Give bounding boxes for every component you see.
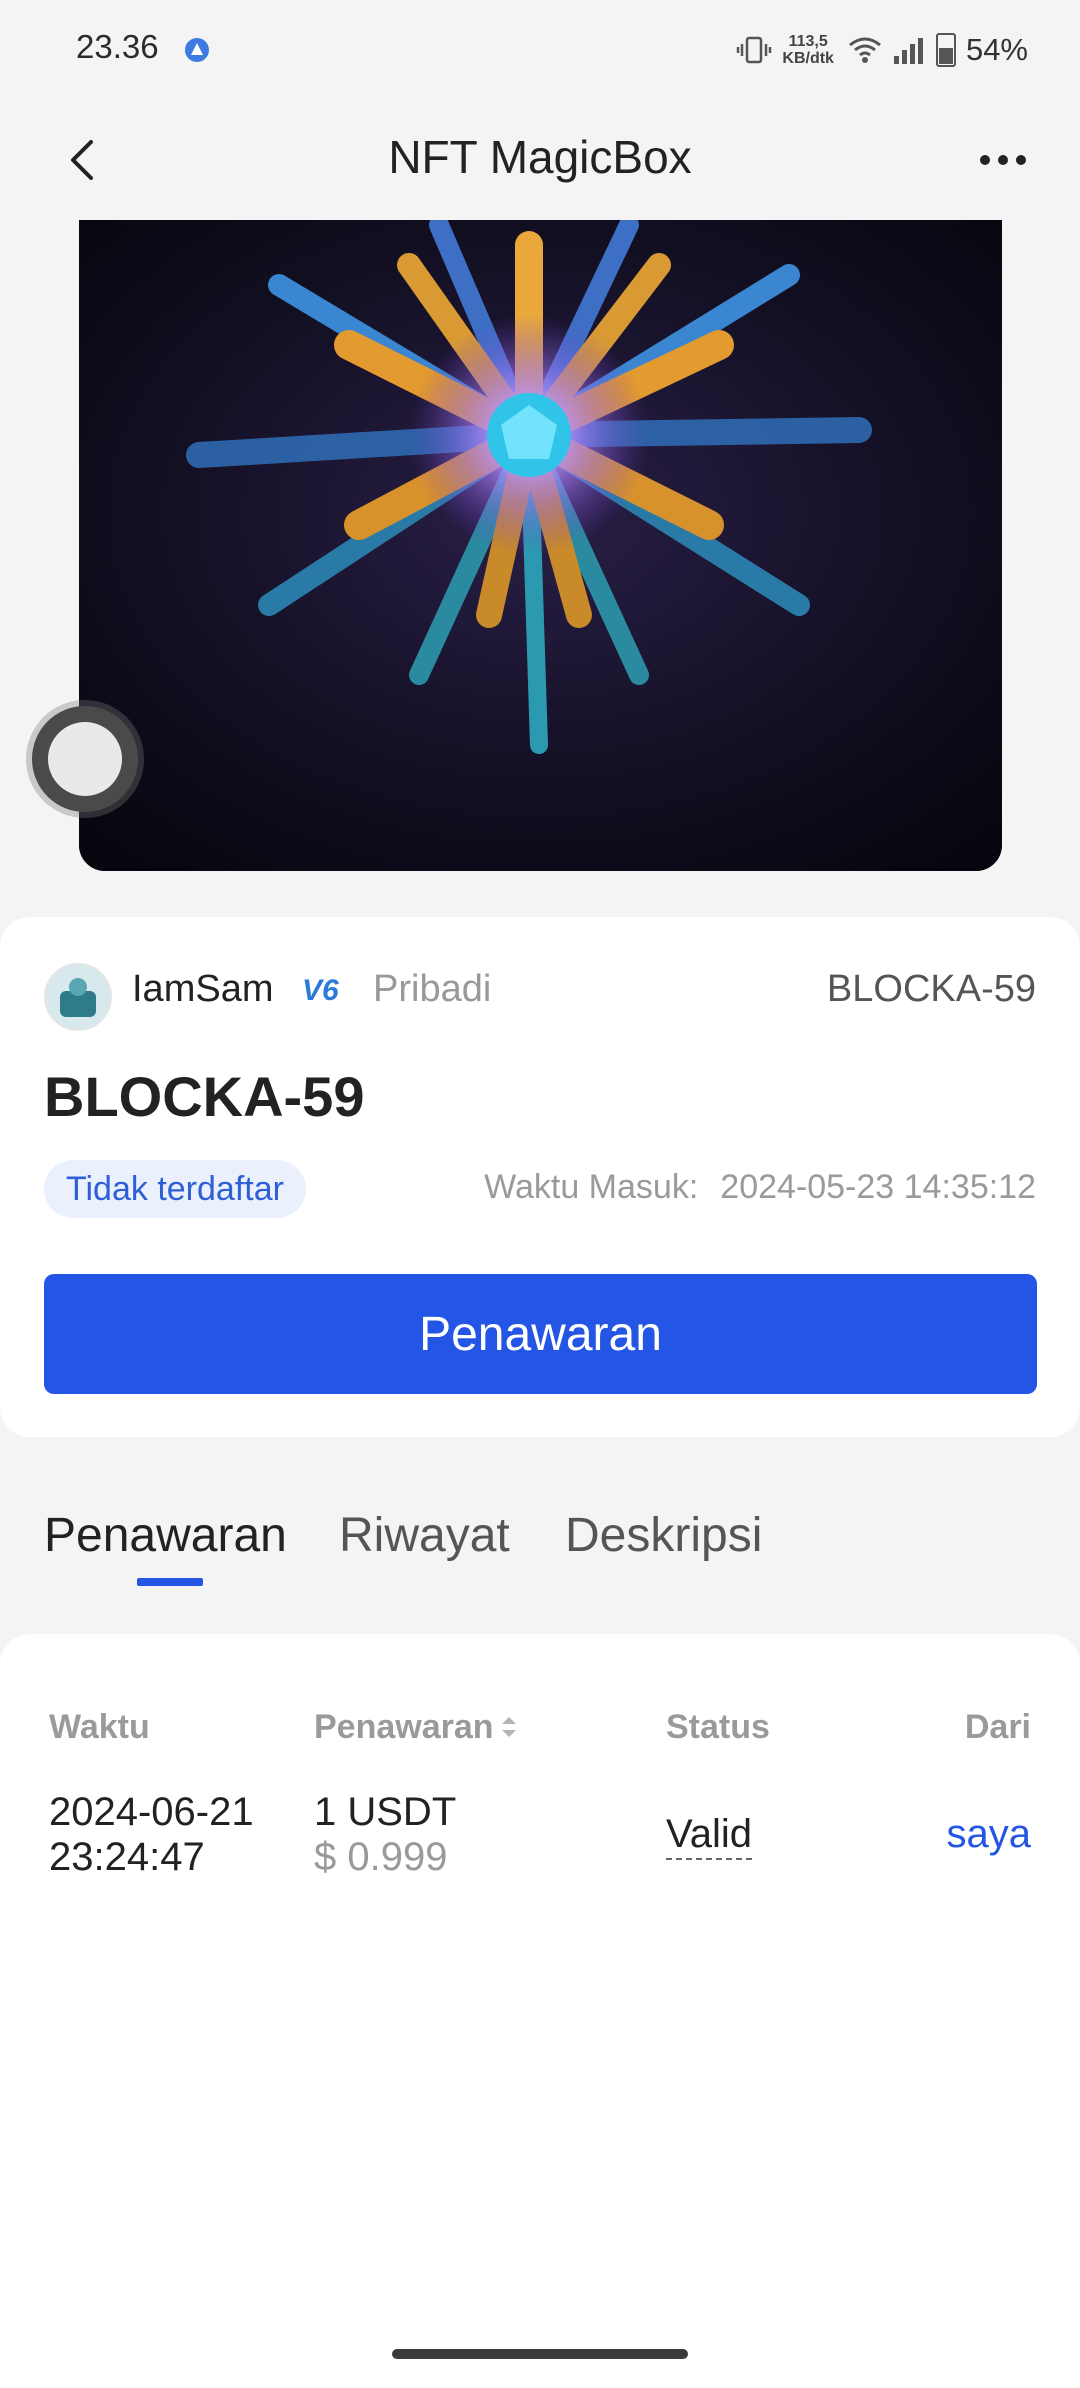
token-id-label: BLOCKA-59 — [826, 968, 1036, 1010]
column-header-offer[interactable]: Penawaran — [314, 1708, 518, 1749]
wifi-icon — [849, 37, 881, 63]
row-from-link[interactable]: saya — [947, 1812, 1032, 1857]
owner-type: Pribadi — [373, 968, 492, 1010]
entry-time-value: 2024-05-23 14:35:12 — [720, 1168, 1036, 1206]
floating-assistant-button[interactable] — [32, 706, 138, 812]
battery-icon — [935, 33, 956, 67]
tab-deskripsi[interactable]: Deskripsi — [565, 1508, 762, 1563]
network-speed: 113,5 KB/dtk — [782, 33, 834, 67]
column-header-status: Status — [666, 1708, 770, 1746]
row-time-date: 2024-06-21 — [49, 1790, 254, 1834]
row-offer-usd: $ 0.999 — [314, 1835, 448, 1879]
signal-icon — [893, 38, 923, 64]
battery-percent: 54% — [965, 32, 1028, 67]
tab-riwayat[interactable]: Riwayat — [339, 1508, 510, 1563]
entry-time: Waktu Masuk: 2024-05-23 14:35:12 — [484, 1168, 1036, 1207]
entry-time-label: Waktu Masuk: — [484, 1168, 699, 1206]
column-header-time: Waktu — [49, 1708, 150, 1746]
active-tab-indicator — [137, 1578, 203, 1586]
row-status[interactable]: Valid — [666, 1812, 752, 1860]
make-offer-button[interactable]: Penawaran — [44, 1274, 1037, 1394]
row-time-clock: 23:24:47 — [49, 1835, 205, 1879]
column-header-offer-label: Penawaran — [314, 1708, 494, 1746]
nft-image[interactable] — [79, 220, 1002, 871]
home-indicator[interactable] — [392, 2349, 688, 2359]
network-speed-unit: KB/dtk — [782, 50, 834, 67]
offers-table — [0, 1634, 1080, 2388]
column-header-from: Dari — [964, 1708, 1031, 1746]
sort-icon[interactable] — [500, 1710, 518, 1749]
tab-penawaran[interactable]: Penawaran — [44, 1508, 287, 1563]
network-speed-value: 113,5 — [788, 33, 828, 50]
listing-status-badge: Tidak terdaftar — [44, 1160, 306, 1218]
owner-avatar[interactable] — [44, 963, 112, 1031]
vibrate-icon — [737, 36, 772, 64]
more-options-button[interactable] — [968, 130, 1038, 190]
owner-name[interactable]: IamSam — [132, 968, 273, 1011]
row-offer-amount: 1 USDT — [314, 1790, 457, 1834]
status-time: 23.36 — [76, 28, 159, 65]
app-notification-icon — [183, 36, 211, 64]
token-title: BLOCKA-59 — [44, 1065, 365, 1128]
owner-level-badge: V6 — [302, 974, 339, 1007]
more-dot-icon — [980, 155, 990, 165]
status-icons: 113,5 KB/dtk 54% — [736, 22, 1028, 78]
page-title: NFT MagicBox — [388, 131, 692, 183]
more-dot-icon — [998, 155, 1008, 165]
more-dot-icon — [1016, 155, 1026, 165]
